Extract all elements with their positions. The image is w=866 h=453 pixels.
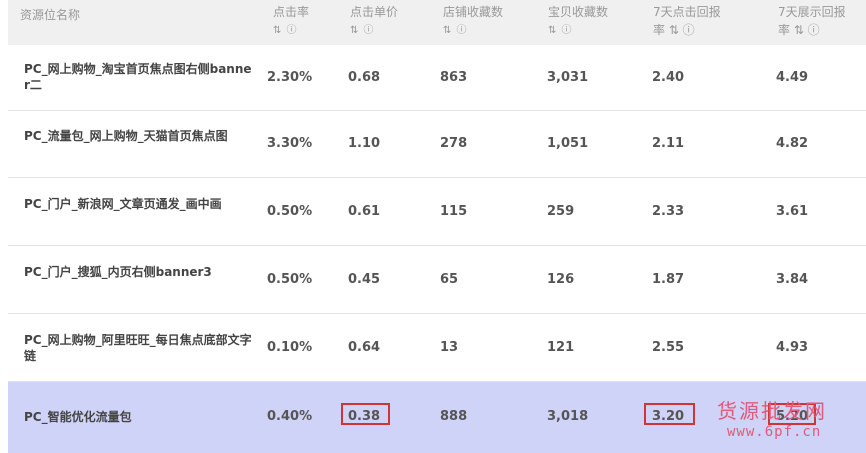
item-fav-value: 259 [547, 204, 575, 219]
report-table-screenshot: 资源位名称 点击率 ⇅ ⓘ 点击单价 ⇅ ⓘ 店铺收藏数 ⇅ ⓘ 宝贝收藏数 ⇅… [0, 0, 866, 453]
shop-fav-value: 863 [440, 70, 468, 85]
header-7day-show-roi[interactable]: 7天展示回报 率 ⇅ ⓘ [778, 5, 846, 38]
header-cpc[interactable]: 点击单价 ⇅ ⓘ [350, 5, 398, 38]
watermark-title: 货源批发网 [717, 399, 827, 423]
resource-name: PC_门户_搜狐_内页右侧banner3 [24, 265, 212, 279]
resource-name: PC_网上购物_淘宝首页焦点图右侧banner二 [24, 62, 252, 92]
ctr-value: 3.30% [267, 136, 313, 151]
show-roi-value: 4.49 [776, 70, 809, 85]
sort-info-icon[interactable]: 率 ⇅ ⓘ [778, 23, 846, 38]
table-row[interactable]: PC_网上购物_淘宝首页焦点图右侧banner二 2.30% 0.68 863 … [8, 45, 866, 111]
ctr-value: 0.50% [267, 204, 313, 219]
item-fav-value: 126 [547, 272, 575, 287]
cpc-value: 0.61 [348, 204, 381, 219]
table-header: 资源位名称 点击率 ⇅ ⓘ 点击单价 ⇅ ⓘ 店铺收藏数 ⇅ ⓘ 宝贝收藏数 ⇅… [8, 0, 866, 45]
cpc-value: 0.68 [348, 70, 381, 85]
cpc-value: 1.10 [348, 136, 381, 151]
show-roi-value: 4.82 [776, 136, 809, 151]
click-roi-value: 2.55 [652, 340, 685, 355]
sort-info-icon[interactable]: ⇅ ⓘ [273, 23, 309, 38]
sort-info-icon[interactable]: 率 ⇅ ⓘ [653, 23, 721, 38]
click-roi-value: 2.40 [652, 70, 685, 85]
click-roi-value: 1.87 [652, 272, 685, 287]
ctr-value: 0.10% [267, 340, 313, 355]
click-roi-value: 2.33 [652, 204, 685, 219]
sort-info-icon[interactable]: ⇅ ⓘ [443, 23, 503, 38]
highlight-box-click-roi [644, 403, 695, 425]
show-roi-value: 4.93 [776, 340, 809, 355]
item-fav-value: 1,051 [547, 136, 589, 151]
highlight-box-cpc [341, 403, 390, 425]
shop-fav-value: 13 [440, 340, 459, 355]
click-roi-value: 2.11 [652, 136, 685, 151]
cpc-value: 0.45 [348, 272, 381, 287]
item-fav-value: 3,031 [547, 70, 589, 85]
shop-fav-value: 278 [440, 136, 468, 151]
header-resource-name[interactable]: 资源位名称 [20, 8, 80, 23]
table-row[interactable]: PC_门户_新浪网_文章页通发_画中画 0.50% 0.61 115 259 2… [8, 178, 866, 246]
table-row[interactable]: PC_流量包_网上购物_天猫首页焦点图 3.30% 1.10 278 1,051… [8, 111, 866, 178]
ctr-value: 0.50% [267, 272, 313, 287]
resource-name: PC_网上购物_阿里旺旺_每日焦点底部文字链 [24, 333, 252, 363]
header-item-favorites[interactable]: 宝贝收藏数 ⇅ ⓘ [548, 5, 608, 38]
item-fav-value: 121 [547, 340, 575, 355]
shop-fav-value: 65 [440, 272, 459, 287]
header-ctr[interactable]: 点击率 ⇅ ⓘ [273, 5, 309, 38]
cpc-value: 0.64 [348, 340, 381, 355]
header-7day-click-roi[interactable]: 7天点击回报 率 ⇅ ⓘ [653, 5, 721, 38]
ctr-value: 2.30% [267, 70, 313, 85]
sort-info-icon[interactable]: ⇅ ⓘ [548, 23, 608, 38]
resource-name: PC_门户_新浪网_文章页通发_画中画 [24, 197, 222, 211]
shop-fav-value: 888 [440, 409, 468, 424]
table-row[interactable]: PC_网上购物_阿里旺旺_每日焦点底部文字链 0.10% 0.64 13 121… [8, 314, 866, 382]
shop-fav-value: 115 [440, 204, 468, 219]
item-fav-value: 3,018 [547, 409, 589, 424]
watermark-url: www.6pf.cn [727, 424, 822, 440]
show-roi-value: 3.61 [776, 204, 809, 219]
sort-info-icon[interactable]: ⇅ ⓘ [350, 23, 398, 38]
ctr-value: 0.40% [267, 409, 313, 424]
table-row[interactable]: PC_门户_搜狐_内页右侧banner3 0.50% 0.45 65 126 1… [8, 246, 866, 314]
header-shop-favorites[interactable]: 店铺收藏数 ⇅ ⓘ [443, 5, 503, 38]
resource-name: PC_流量包_网上购物_天猫首页焦点图 [24, 129, 228, 143]
resource-name: PC_智能优化流量包 [24, 410, 132, 424]
show-roi-value: 3.84 [776, 272, 809, 287]
